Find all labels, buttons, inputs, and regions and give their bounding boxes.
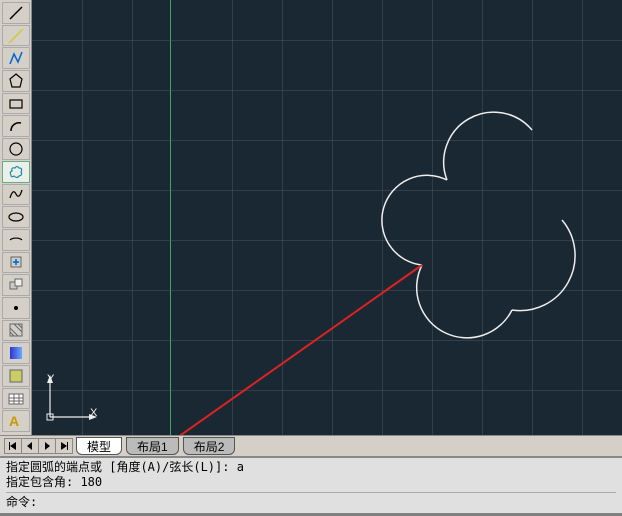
tab-nav-next[interactable] xyxy=(38,438,56,454)
command-window: 指定圆弧的端点或 [角度(A)/弦长(L)]: a 指定包含角: 180 命令: xyxy=(0,457,622,513)
command-input[interactable] xyxy=(37,495,616,510)
layout-tabs: 模型 布局1 布局2 xyxy=(0,435,622,457)
drawing-canvas[interactable]: Y X xyxy=(32,0,622,435)
tab-model-label: 模型 xyxy=(87,438,111,455)
tab-nav-first[interactable] xyxy=(4,438,22,454)
tool-polygon[interactable] xyxy=(2,70,30,92)
command-prompt: 命令: xyxy=(6,495,37,510)
tool-point[interactable] xyxy=(2,297,30,319)
tab-layout1[interactable]: 布局1 xyxy=(126,437,179,455)
tool-mtext[interactable]: A xyxy=(2,410,30,432)
tool-gradient[interactable] xyxy=(2,342,30,364)
tab-nav-prev[interactable] xyxy=(21,438,39,454)
tab-nav-last[interactable] xyxy=(55,438,73,454)
ucs-y-label: Y xyxy=(47,373,54,385)
draw-toolbar: A xyxy=(0,0,32,435)
tool-region[interactable] xyxy=(2,365,30,387)
tool-hatch[interactable] xyxy=(2,320,30,342)
tool-arc[interactable] xyxy=(2,115,30,137)
arc-shape xyxy=(362,100,602,380)
tool-insert-block[interactable] xyxy=(2,252,30,274)
tab-layout2[interactable]: 布局2 xyxy=(183,437,236,455)
tool-table[interactable] xyxy=(2,388,30,410)
tool-ellipse-arc[interactable] xyxy=(2,229,30,251)
svg-text:A: A xyxy=(9,413,19,429)
tool-spline[interactable] xyxy=(2,184,30,206)
tool-line[interactable] xyxy=(2,2,30,24)
tool-circle[interactable] xyxy=(2,138,30,160)
tool-polyline[interactable] xyxy=(2,47,30,69)
tab-model[interactable]: 模型 xyxy=(76,437,122,455)
tool-make-block[interactable] xyxy=(2,274,30,296)
tool-rectangle[interactable] xyxy=(2,93,30,115)
ucs-icon: Y X xyxy=(42,375,102,425)
tab-layout1-label: 布局1 xyxy=(137,438,168,455)
tool-ellipse[interactable] xyxy=(2,206,30,228)
tool-revision-cloud[interactable] xyxy=(2,161,30,183)
command-history-line-1: 指定圆弧的端点或 [角度(A)/弦长(L)]: a xyxy=(6,460,616,475)
command-history-line-2: 指定包含角: 180 xyxy=(6,475,616,490)
tool-construction-line[interactable] xyxy=(2,25,30,47)
ucs-x-label: X xyxy=(90,407,97,419)
tab-layout2-label: 布局2 xyxy=(194,438,225,455)
